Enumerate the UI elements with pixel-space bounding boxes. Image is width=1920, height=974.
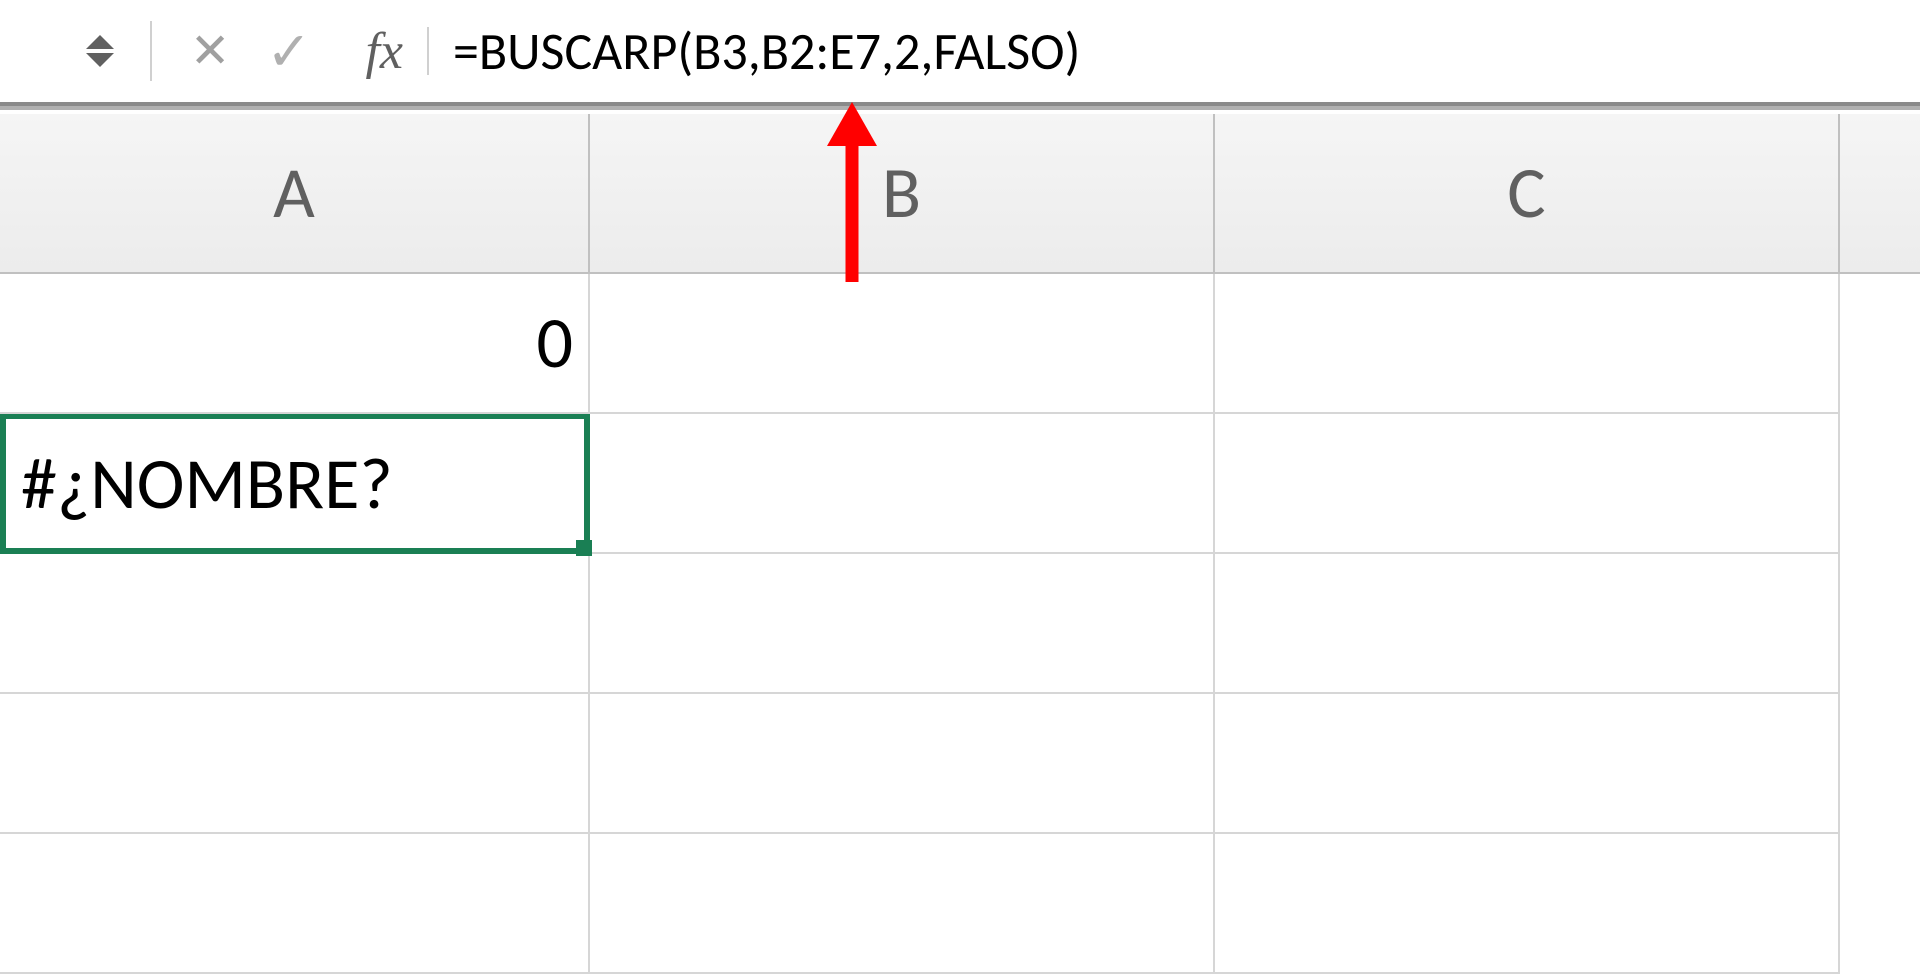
cell-a5[interactable]	[0, 834, 590, 974]
column-header-c[interactable]: C	[1215, 114, 1840, 272]
name-box-spinner[interactable]	[70, 35, 130, 67]
divider	[427, 27, 429, 75]
enter-icon[interactable]: ✓	[266, 20, 311, 83]
cell-c3[interactable]	[1215, 554, 1840, 694]
spreadsheet-grid: 0 #¿NOMBRE?	[0, 274, 1920, 974]
cell-b4[interactable]	[590, 694, 1215, 834]
column-headers: A B C	[0, 114, 1920, 274]
cell-c2[interactable]	[1215, 414, 1840, 554]
spinner-up-icon[interactable]	[86, 35, 114, 49]
grid-row	[0, 834, 1920, 974]
cell-a4[interactable]	[0, 694, 590, 834]
cell-a3[interactable]	[0, 554, 590, 694]
cell-b2[interactable]	[590, 414, 1215, 554]
cell-c1[interactable]	[1215, 274, 1840, 414]
cell-a1[interactable]: 0	[0, 274, 590, 414]
divider	[150, 21, 152, 81]
grid-row: 0	[0, 274, 1920, 414]
spinner-down-icon[interactable]	[86, 53, 114, 67]
cell-b1[interactable]	[590, 274, 1215, 414]
column-header-a[interactable]: A	[0, 114, 590, 272]
cell-b5[interactable]	[590, 834, 1215, 974]
grid-row	[0, 694, 1920, 834]
insert-function-icon[interactable]: fx	[365, 22, 403, 81]
cell-c4[interactable]	[1215, 694, 1840, 834]
grid-row: #¿NOMBRE?	[0, 414, 1920, 554]
grid-row	[0, 554, 1920, 694]
formula-input[interactable]	[447, 19, 1920, 83]
formula-bar: ✕ ✓ fx	[0, 0, 1920, 106]
cancel-icon[interactable]: ✕	[190, 23, 230, 79]
column-header-b[interactable]: B	[590, 114, 1215, 272]
cell-a2-selected[interactable]: #¿NOMBRE?	[0, 414, 590, 554]
cell-b3[interactable]	[590, 554, 1215, 694]
fill-handle[interactable]	[576, 540, 592, 556]
cell-value: #¿NOMBRE?	[21, 440, 393, 528]
cell-c5[interactable]	[1215, 834, 1840, 974]
